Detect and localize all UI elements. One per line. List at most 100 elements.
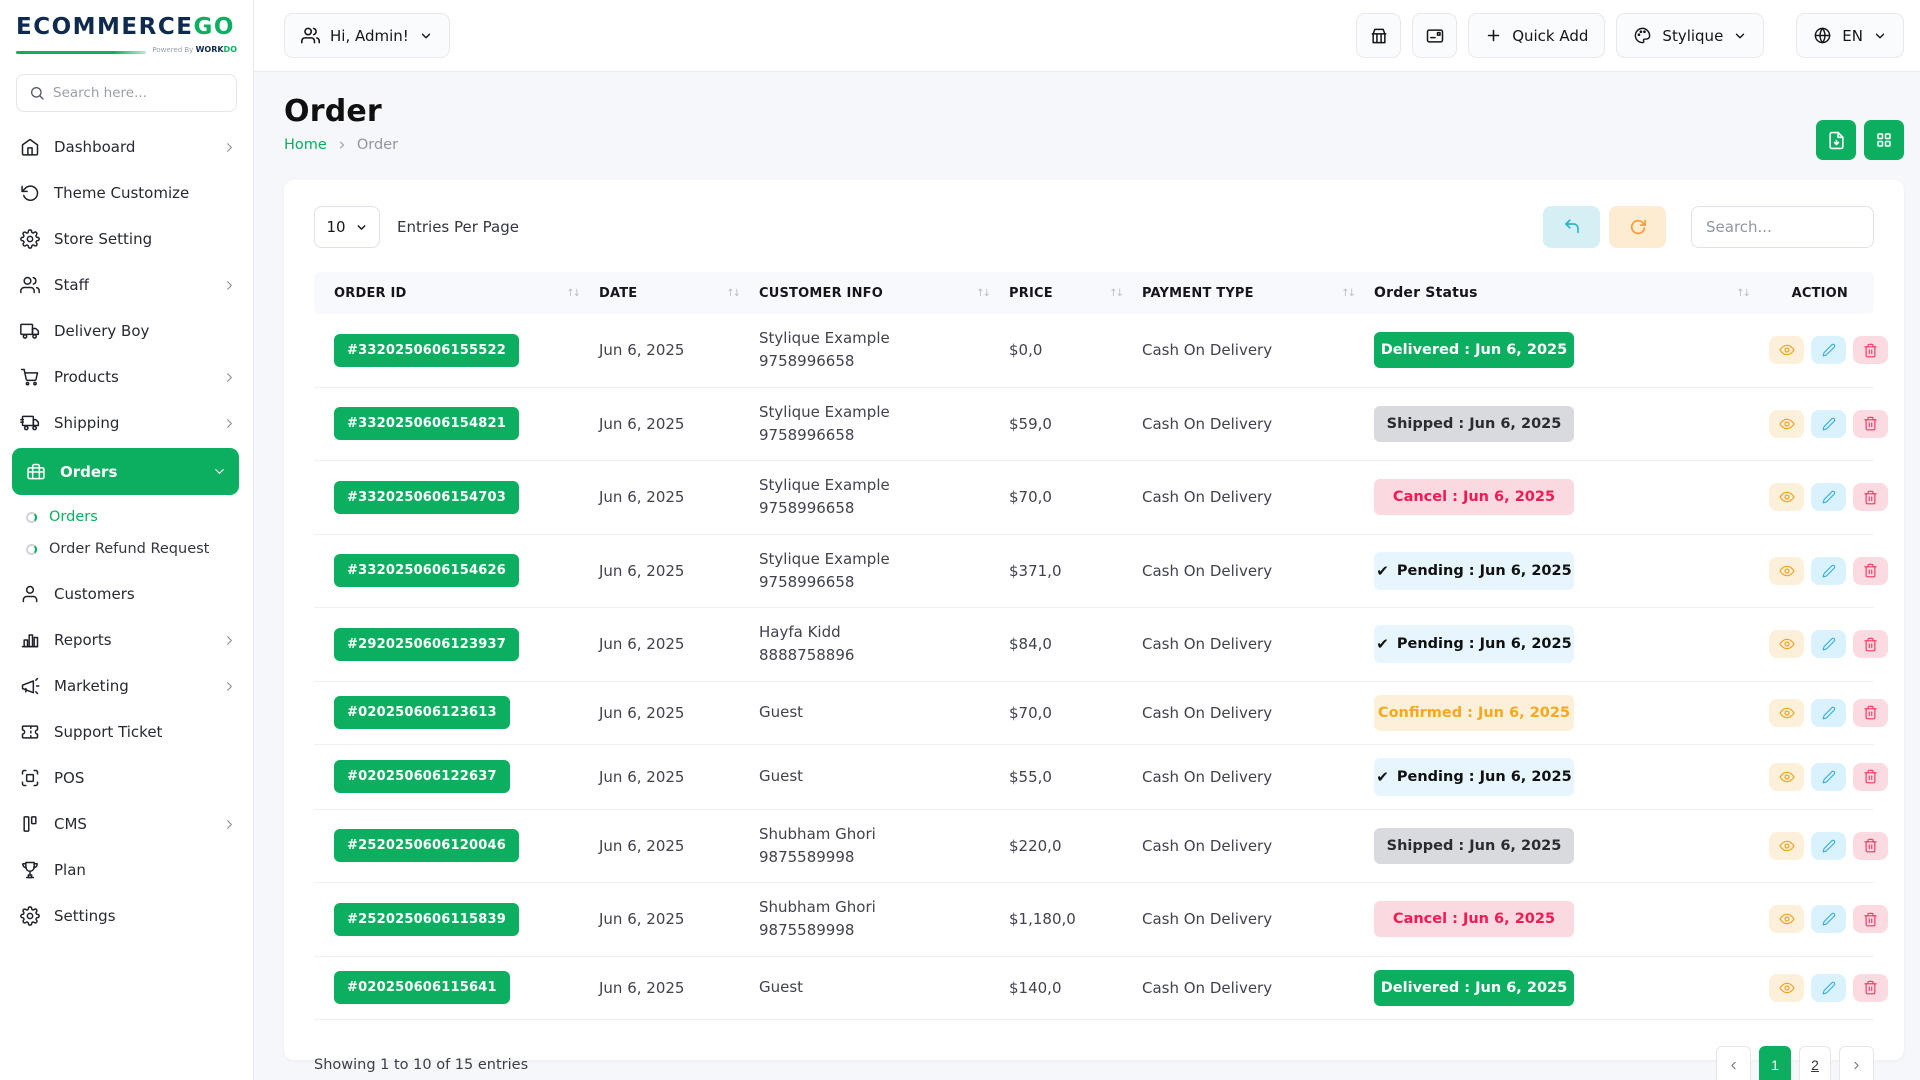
delete-order-button[interactable]: [1853, 336, 1888, 364]
view-order-button[interactable]: [1769, 905, 1804, 933]
order-id-badge[interactable]: #3320250606154626: [334, 554, 519, 587]
sort-icon[interactable]: ↑↓: [1109, 288, 1122, 299]
column-header-payment-type[interactable]: PAYMENT TYPE↑↓: [1132, 272, 1364, 314]
sidebar-item-cms[interactable]: CMS: [0, 801, 253, 847]
sidebar-subitem-orders[interactable]: Orders: [0, 501, 253, 533]
language-selector-button[interactable]: EN: [1796, 13, 1904, 58]
sidebar-item-staff[interactable]: Staff: [0, 262, 253, 308]
sidebar-item-settings[interactable]: Settings: [0, 893, 253, 939]
theme-selector-button[interactable]: Stylique: [1616, 13, 1764, 58]
sort-icon[interactable]: ↑↓: [1736, 288, 1749, 299]
order-status-badge[interactable]: Delivered : Jun 6, 2025: [1374, 332, 1574, 368]
view-order-button[interactable]: [1769, 410, 1804, 438]
table-search-input[interactable]: [1691, 206, 1874, 248]
sidebar-subitem-order-refund-request[interactable]: Order Refund Request: [0, 533, 253, 565]
order-status-badge[interactable]: Shipped : Jun 6, 2025: [1374, 828, 1574, 864]
view-order-button[interactable]: [1769, 483, 1804, 511]
sidebar-search-input[interactable]: [53, 85, 224, 101]
sidebar-item-theme-customize[interactable]: Theme Customize: [0, 170, 253, 216]
delete-order-button[interactable]: [1853, 699, 1888, 727]
edit-order-button[interactable]: [1811, 483, 1846, 511]
breadcrumb-home-link[interactable]: Home: [284, 137, 327, 153]
order-status-badge[interactable]: Cancel : Jun 6, 2025: [1374, 901, 1574, 937]
edit-order-button[interactable]: [1811, 410, 1846, 438]
view-order-button[interactable]: [1769, 832, 1804, 860]
order-id-badge[interactable]: #3320250606154821: [334, 407, 519, 440]
postcard-button[interactable]: [1412, 13, 1457, 58]
sort-icon[interactable]: ↑↓: [566, 288, 579, 299]
view-order-button[interactable]: [1769, 630, 1804, 658]
order-id-badge[interactable]: #2520250606115839: [334, 903, 519, 936]
order-id-badge[interactable]: #3320250606155522: [334, 334, 519, 367]
view-order-button[interactable]: [1769, 336, 1804, 364]
reset-filters-button[interactable]: [1543, 206, 1600, 248]
brand-logo[interactable]: ECOMMERCEGO Powered By WORKDO: [0, 0, 253, 62]
edit-order-button[interactable]: [1811, 763, 1846, 791]
order-id-badge[interactable]: #2920250606123937: [334, 628, 519, 661]
sort-icon[interactable]: ↑↓: [726, 288, 739, 299]
sidebar-item-shipping[interactable]: Shipping: [0, 400, 253, 446]
delete-order-button[interactable]: [1853, 974, 1888, 1002]
order-status-badge[interactable]: Delivered : Jun 6, 2025: [1374, 970, 1574, 1006]
edit-order-button[interactable]: [1811, 832, 1846, 860]
delete-order-button[interactable]: [1853, 832, 1888, 860]
sidebar-item-dashboard[interactable]: Dashboard: [0, 124, 253, 170]
order-status-badge[interactable]: Shipped : Jun 6, 2025: [1374, 406, 1574, 442]
pagination-prev-button[interactable]: [1716, 1046, 1751, 1080]
sidebar-search[interactable]: [16, 74, 237, 112]
storefront-button[interactable]: [1356, 13, 1401, 58]
export-button[interactable]: [1816, 120, 1856, 160]
order-id-badge[interactable]: #020250606115641: [334, 971, 510, 1004]
sidebar-item-customers[interactable]: Customers: [0, 571, 253, 617]
view-order-button[interactable]: [1769, 974, 1804, 1002]
sidebar-item-orders[interactable]: Orders: [12, 448, 239, 495]
column-header-order-status[interactable]: Order Status↑↓: [1364, 272, 1759, 314]
edit-order-button[interactable]: [1811, 905, 1846, 933]
column-header-customer-info[interactable]: CUSTOMER INFO↑↓: [749, 272, 999, 314]
delete-order-button[interactable]: [1853, 483, 1888, 511]
sidebar-item-delivery-boy[interactable]: Delivery Boy: [0, 308, 253, 354]
order-id-badge[interactable]: #3320250606154703: [334, 481, 519, 514]
quick-add-button[interactable]: Quick Add: [1468, 13, 1605, 58]
delete-order-button[interactable]: [1853, 557, 1888, 585]
order-status-badge[interactable]: ✔Pending : Jun 6, 2025: [1374, 552, 1574, 590]
sort-icon[interactable]: ↑↓: [976, 288, 989, 299]
sort-icon[interactable]: ↑↓: [1341, 288, 1354, 299]
pagination-page-1[interactable]: 1: [1759, 1046, 1791, 1080]
order-status-badge[interactable]: ✔Pending : Jun 6, 2025: [1374, 758, 1574, 796]
order-id-badge[interactable]: #020250606123613: [334, 696, 510, 729]
column-header-order-id[interactable]: ORDER ID↑↓: [314, 272, 589, 314]
order-status-badge[interactable]: Confirmed : Jun 6, 2025: [1374, 695, 1574, 731]
order-status-badge[interactable]: Cancel : Jun 6, 2025: [1374, 479, 1574, 515]
order-status-badge[interactable]: ✔Pending : Jun 6, 2025: [1374, 625, 1574, 663]
refresh-button[interactable]: [1609, 206, 1666, 248]
sidebar-item-plan[interactable]: Plan: [0, 847, 253, 893]
pagination-page-2[interactable]: 2: [1799, 1046, 1831, 1080]
admin-menu-button[interactable]: Hi, Admin!: [284, 13, 450, 58]
column-header-price[interactable]: PRICE↑↓: [999, 272, 1132, 314]
sidebar-item-support-ticket[interactable]: Support Ticket: [0, 709, 253, 755]
view-order-button[interactable]: [1769, 763, 1804, 791]
sidebar-item-store-setting[interactable]: Store Setting: [0, 216, 253, 262]
column-header-date[interactable]: DATE↑↓: [589, 272, 749, 314]
delete-order-button[interactable]: [1853, 763, 1888, 791]
sidebar-item-marketing[interactable]: Marketing: [0, 663, 253, 709]
grid-view-button[interactable]: [1864, 120, 1904, 160]
sidebar-item-reports[interactable]: Reports: [0, 617, 253, 663]
edit-order-button[interactable]: [1811, 974, 1846, 1002]
entries-per-page-select[interactable]: 10: [314, 206, 380, 248]
delete-order-button[interactable]: [1853, 410, 1888, 438]
sidebar-item-pos[interactable]: POS: [0, 755, 253, 801]
pagination-next-button[interactable]: [1839, 1046, 1874, 1080]
delete-order-button[interactable]: [1853, 630, 1888, 658]
edit-order-button[interactable]: [1811, 336, 1846, 364]
edit-order-button[interactable]: [1811, 699, 1846, 727]
sidebar-item-products[interactable]: Products: [0, 354, 253, 400]
order-id-badge[interactable]: #2520250606120046: [334, 829, 519, 862]
order-id-badge[interactable]: #020250606122637: [334, 760, 510, 793]
view-order-button[interactable]: [1769, 699, 1804, 727]
edit-order-button[interactable]: [1811, 557, 1846, 585]
view-order-button[interactable]: [1769, 557, 1804, 585]
delete-order-button[interactable]: [1853, 905, 1888, 933]
edit-order-button[interactable]: [1811, 630, 1846, 658]
